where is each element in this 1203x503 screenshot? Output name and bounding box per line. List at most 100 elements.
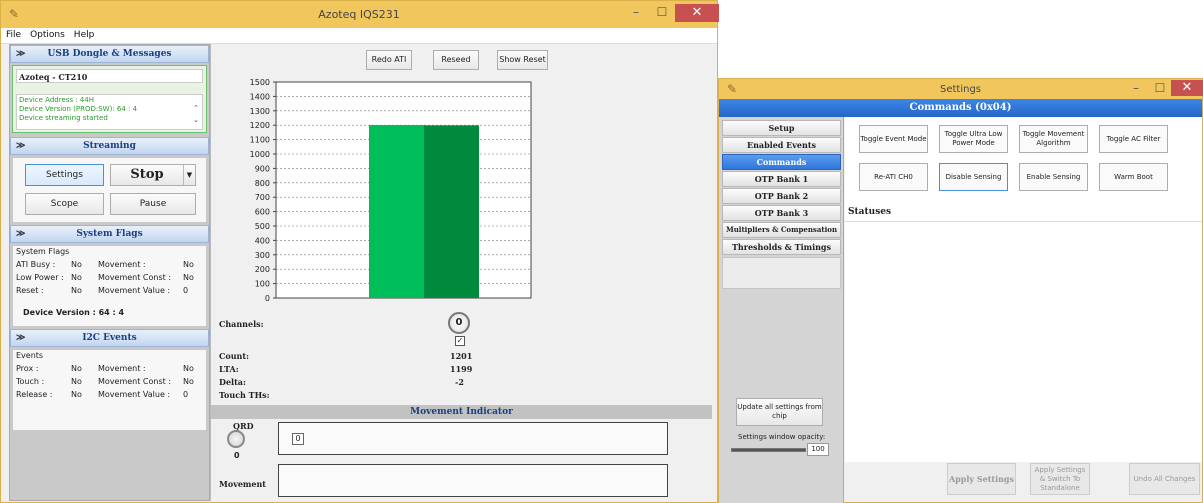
event-name: Touch : bbox=[16, 377, 45, 386]
scroll-down-icon[interactable]: ⌄ bbox=[193, 116, 199, 125]
minimize-button[interactable]: – bbox=[1123, 80, 1149, 98]
menu-options[interactable]: Options bbox=[25, 28, 69, 40]
settings-titlebar[interactable]: ✎ Settings – ☐ ✕ bbox=[719, 79, 1203, 99]
maximize-button[interactable]: ☐ bbox=[1147, 80, 1173, 98]
settings-content: Toggle Event Mode Toggle Ultra Low Power… bbox=[845, 117, 1202, 462]
nav-thresholds[interactable]: Thresholds & Timings bbox=[722, 239, 841, 255]
qrd-knob-icon[interactable] bbox=[227, 430, 245, 448]
channel-knob[interactable]: 0 bbox=[448, 312, 470, 334]
event-value: 0 bbox=[183, 390, 189, 399]
streaming-section-header[interactable]: ≫ Streaming bbox=[10, 137, 209, 155]
flag-name: ATI Busy : bbox=[16, 260, 56, 269]
event-value: No bbox=[183, 377, 194, 386]
statuses-divider bbox=[845, 221, 1202, 222]
opacity-slider-fill bbox=[732, 449, 805, 451]
reseed-button[interactable]: Reseed bbox=[433, 50, 479, 70]
nav-otp-bank-2[interactable]: OTP Bank 2 bbox=[722, 188, 841, 204]
stop-label: Stop bbox=[130, 167, 164, 182]
warm-boot-button[interactable]: Warm Boot bbox=[1099, 163, 1168, 191]
nav-multipliers[interactable]: Multipliers & Compensation bbox=[722, 222, 841, 238]
toggle-ulp-mode-button[interactable]: Toggle Ultra Low Power Mode bbox=[939, 125, 1008, 153]
apply-switch-button[interactable]: Apply Settings & Switch To Standalone bbox=[1030, 463, 1090, 495]
close-button[interactable]: ✕ bbox=[1171, 80, 1203, 96]
opacity-label: Settings window opacity: bbox=[738, 433, 826, 441]
y-tick-label: 1100 bbox=[250, 136, 270, 145]
group-label: Events bbox=[16, 351, 44, 360]
bar-count bbox=[369, 125, 424, 298]
dropdown-arrow-icon[interactable]: ▼ bbox=[183, 165, 195, 185]
nav-enabled-events[interactable]: Enabled Events bbox=[722, 137, 841, 153]
collapse-chevron-icon[interactable]: ≫ bbox=[16, 330, 25, 346]
movement-indicator-header: Movement Indicator bbox=[211, 405, 712, 419]
flag-name: Movement Value : bbox=[98, 286, 171, 295]
device-name-field: Azoteq - CT210 bbox=[16, 69, 203, 83]
main-window: ✎ Azoteq IQS231 – ☐ ✕ File Options Help ≫ … bbox=[0, 0, 719, 503]
collapse-chevron-icon[interactable]: ≫ bbox=[16, 138, 25, 154]
toggle-movement-algorithm-button[interactable]: Toggle Movement Algorithm bbox=[1019, 125, 1088, 153]
nav-commands[interactable]: Commands bbox=[722, 154, 841, 170]
close-button[interactable]: ✕ bbox=[675, 4, 719, 22]
commands-header: Commands (0x04) bbox=[719, 99, 1202, 117]
flag-value: No bbox=[183, 260, 194, 269]
disable-sensing-button[interactable]: Disable Sensing bbox=[939, 163, 1008, 191]
undo-all-changes-button[interactable]: Undo All Changes bbox=[1129, 463, 1200, 495]
movement-box bbox=[278, 464, 668, 497]
channel-checkbox[interactable]: ✓ bbox=[455, 336, 465, 346]
flag-name: Low Power : bbox=[16, 273, 64, 282]
collapse-chevron-icon[interactable]: ≫ bbox=[16, 46, 25, 62]
maximize-button[interactable]: ☐ bbox=[649, 4, 675, 22]
channels-label: Channels: bbox=[219, 319, 264, 329]
event-value: No bbox=[183, 364, 194, 373]
log-line: Device streaming started bbox=[19, 114, 108, 122]
usb-section-header[interactable]: ≫ USB Dongle & Messages bbox=[10, 45, 209, 63]
menu-file[interactable]: File bbox=[1, 28, 25, 40]
toggle-event-mode-button[interactable]: Toggle Event Mode bbox=[859, 125, 928, 153]
y-tick-label: 300 bbox=[255, 251, 270, 260]
y-tick-label: 900 bbox=[255, 164, 270, 173]
opacity-slider[interactable] bbox=[731, 448, 806, 452]
message-log[interactable]: Device Address : 44H Device Version (PRO… bbox=[16, 94, 203, 130]
y-tick-label: 1000 bbox=[250, 150, 270, 159]
flag-value: No bbox=[71, 273, 82, 282]
nav-otp-bank-1[interactable]: OTP Bank 1 bbox=[722, 171, 841, 187]
scroll-up-icon[interactable]: ⌃ bbox=[193, 104, 199, 113]
scope-button[interactable]: Scope bbox=[25, 193, 104, 215]
channel-bar-chart: 0 100 200 300 400 500 600 700 800 900 1000 1100 1200… bbox=[250, 78, 532, 303]
collapse-chevron-icon[interactable]: ≫ bbox=[16, 226, 25, 242]
menu-help[interactable]: Help bbox=[69, 28, 99, 40]
flag-value: No bbox=[71, 260, 82, 269]
minimize-button[interactable]: – bbox=[623, 4, 649, 22]
apply-settings-button[interactable]: Apply Settings bbox=[947, 463, 1016, 495]
stat-label: LTA: bbox=[219, 364, 239, 374]
enable-sensing-button[interactable]: Enable Sensing bbox=[1019, 163, 1088, 191]
event-name: Movement Value : bbox=[98, 390, 171, 399]
opacity-value-box[interactable]: 100 bbox=[807, 443, 829, 456]
stat-label: Count: bbox=[219, 351, 249, 361]
system-flags-header-label: System Flags bbox=[76, 229, 143, 239]
settings-nav: Setup Enabled Events Commands OTP Bank 1… bbox=[719, 117, 844, 503]
y-tick-label: 0 bbox=[265, 294, 270, 303]
settings-window: ✎ Settings – ☐ ✕ Commands (0x04) Setup E… bbox=[718, 78, 1203, 503]
show-reset-button[interactable]: Show Reset bbox=[497, 50, 548, 70]
toggle-ac-filter-button[interactable]: Toggle AC Filter bbox=[1099, 125, 1168, 153]
re-ati-ch0-button[interactable]: Re-ATI CH0 bbox=[859, 163, 928, 191]
y-tick-label: 1500 bbox=[250, 78, 270, 87]
i2c-section-header[interactable]: ≫ I2C Events bbox=[10, 329, 209, 347]
stop-button[interactable]: Stop ▼ bbox=[110, 164, 196, 186]
redo-ati-button[interactable]: Redo ATI bbox=[366, 50, 412, 70]
nav-setup[interactable]: Setup bbox=[722, 120, 841, 136]
nav-empty-area bbox=[722, 257, 841, 289]
pause-button[interactable]: Pause bbox=[110, 193, 196, 215]
update-all-settings-button[interactable]: Update all settings from chip bbox=[736, 398, 823, 426]
system-flags-section-header[interactable]: ≫ System Flags bbox=[10, 225, 209, 243]
settings-button[interactable]: Settings bbox=[25, 164, 104, 186]
i2c-header-label: I2C Events bbox=[82, 333, 137, 343]
movement-indicator-field: 0 bbox=[292, 433, 304, 445]
stat-value: -2 bbox=[455, 377, 464, 387]
nav-otp-bank-3[interactable]: OTP Bank 3 bbox=[722, 205, 841, 221]
statuses-label: Statuses bbox=[848, 207, 892, 217]
main-titlebar[interactable]: ✎ Azoteq IQS231 – ☐ ✕ bbox=[1, 1, 719, 28]
stat-label: Delta: bbox=[219, 377, 246, 387]
event-name: Release : bbox=[16, 390, 53, 399]
update-all-label: Update all settings from chip bbox=[737, 403, 822, 420]
